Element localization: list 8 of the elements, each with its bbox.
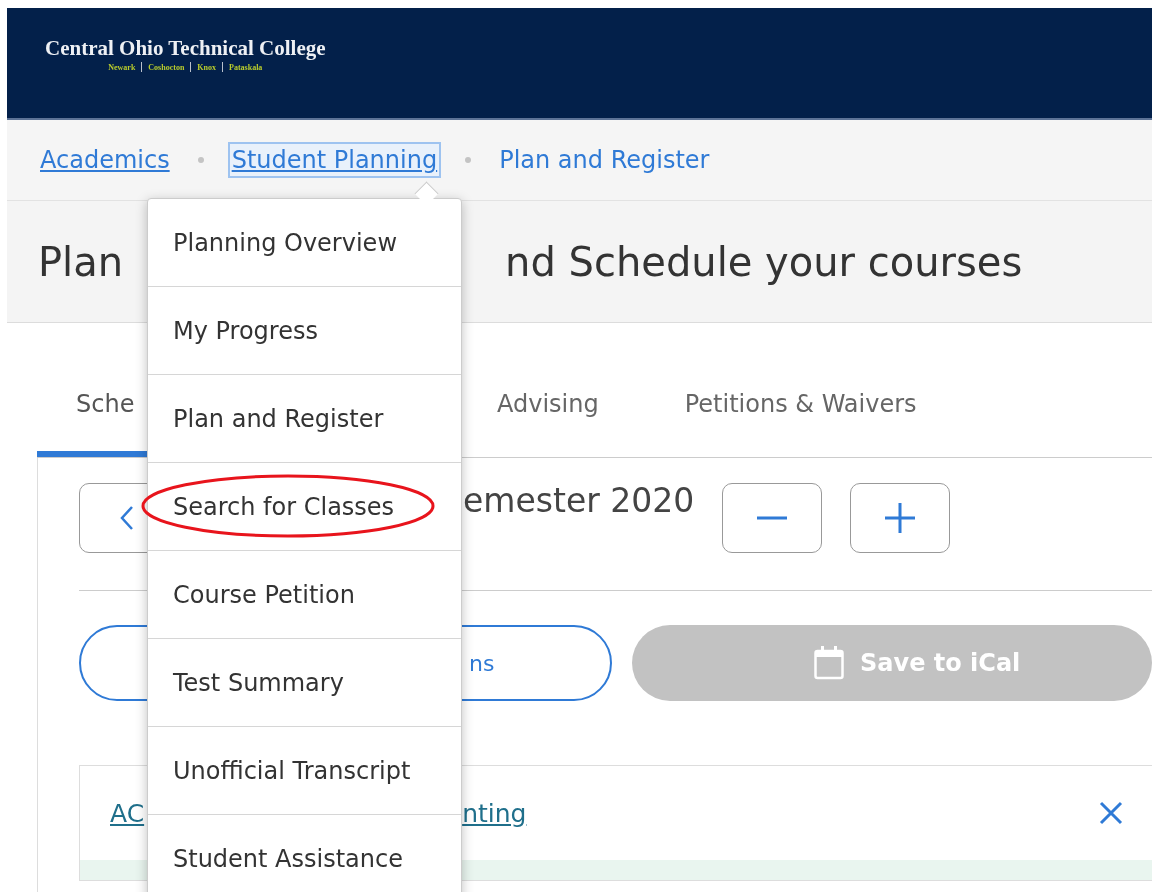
page-title: Plan [38,238,124,285]
campus-name: Coshocton [148,62,185,72]
campus-name: Newark [108,62,136,72]
campus-name: Pataskala [229,62,263,72]
term-label: emester 2020 [463,480,695,520]
college-name: Central Ohio Technical College [45,36,326,61]
page-title: nd Schedule your courses [505,238,1023,285]
campus-name: Knox [197,62,216,72]
